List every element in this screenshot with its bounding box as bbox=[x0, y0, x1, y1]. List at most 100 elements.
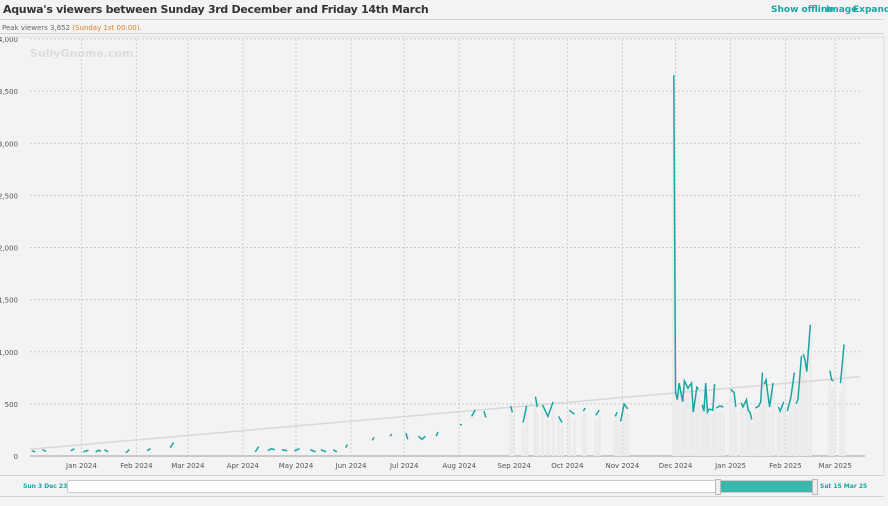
x-tick-label: Oct 2024 bbox=[551, 462, 584, 470]
background-bar bbox=[560, 425, 564, 456]
y-tick-label: 0 bbox=[14, 453, 18, 461]
viewer-series-segment bbox=[125, 449, 130, 454]
background-bar bbox=[707, 413, 711, 456]
background-bar bbox=[796, 405, 800, 456]
background-bar bbox=[546, 420, 550, 456]
background-bar bbox=[557, 420, 561, 456]
background-bar bbox=[572, 418, 576, 456]
viewer-series-segment bbox=[31, 450, 36, 453]
background-bar bbox=[805, 380, 809, 456]
background-bar bbox=[535, 411, 539, 456]
viewers-chart: 05001,0001,5002,0002,5003,0003,5004,000J… bbox=[0, 36, 885, 475]
y-tick-label: 3,500 bbox=[0, 88, 18, 96]
x-tick-label: Apr 2024 bbox=[227, 462, 260, 470]
background-bar bbox=[619, 425, 623, 456]
x-tick-label: May 2024 bbox=[279, 462, 314, 470]
viewer-series-segment bbox=[614, 411, 618, 417]
range-start-label: Sun 3 Dec 23 bbox=[23, 483, 68, 490]
viewer-series-segment bbox=[582, 407, 586, 412]
x-tick-label: Mar 2024 bbox=[171, 462, 205, 470]
viewer-series-segment bbox=[293, 448, 300, 452]
viewer-series-segment bbox=[371, 436, 375, 441]
y-tick-label: 1,000 bbox=[0, 349, 18, 357]
background-bar bbox=[525, 410, 529, 456]
range-track[interactable] bbox=[67, 479, 818, 495]
background-bar bbox=[778, 415, 782, 456]
background-bar bbox=[753, 412, 757, 456]
viewer-series-segment bbox=[42, 449, 47, 452]
background-bar bbox=[721, 411, 725, 456]
viewer-series-segment bbox=[568, 409, 575, 415]
background-bar bbox=[594, 419, 598, 456]
background-bar bbox=[510, 416, 514, 456]
y-tick-label: 2,000 bbox=[0, 245, 18, 253]
background-bar bbox=[741, 411, 745, 456]
x-tick-label: Feb 2024 bbox=[120, 462, 153, 470]
range-end-label: Sat 15 Mar 25 bbox=[820, 483, 868, 490]
viewer-series-segment bbox=[254, 446, 260, 453]
x-tick-label: Sep 2024 bbox=[498, 462, 532, 470]
background-bar bbox=[831, 388, 835, 456]
background-bar bbox=[842, 355, 846, 456]
background-bar bbox=[521, 425, 525, 456]
viewer-series-segment bbox=[345, 444, 349, 449]
background-bar bbox=[785, 415, 789, 456]
background-bar bbox=[768, 411, 772, 456]
viewer-series-segment bbox=[309, 449, 316, 453]
x-tick-label: Jul 2024 bbox=[389, 462, 419, 470]
background-bar bbox=[729, 395, 733, 456]
x-tick-label: Jan 2025 bbox=[714, 462, 746, 470]
y-tick-label: 3,000 bbox=[0, 140, 18, 148]
background-bar bbox=[567, 414, 571, 456]
viewer-point bbox=[459, 423, 462, 426]
range-handle-left[interactable] bbox=[714, 479, 721, 495]
x-tick-label: Feb 2025 bbox=[769, 462, 801, 470]
background-bar bbox=[789, 403, 793, 456]
x-tick-label: Mar 2025 bbox=[819, 462, 852, 470]
x-tick-label: Nov 2024 bbox=[605, 462, 639, 470]
range-selection[interactable] bbox=[719, 481, 817, 492]
background-bar bbox=[677, 390, 681, 456]
background-bar bbox=[750, 423, 754, 456]
viewer-series-segment bbox=[483, 410, 487, 418]
background-bar bbox=[714, 412, 718, 456]
viewer-series-segment bbox=[389, 433, 393, 437]
background-bar bbox=[622, 409, 626, 456]
viewer-series-segment bbox=[82, 449, 89, 453]
y-tick-label: 1,500 bbox=[0, 297, 18, 305]
background-bar bbox=[691, 416, 695, 456]
x-tick-label: Dec 2024 bbox=[659, 462, 693, 470]
viewer-series-segment bbox=[673, 75, 700, 413]
viewer-series-segment bbox=[332, 449, 338, 453]
viewer-series-segment bbox=[146, 448, 151, 452]
viewer-series-segment bbox=[104, 449, 109, 453]
range-navigator: Sun 3 Dec 23 Sat 15 Mar 25 bbox=[0, 475, 884, 497]
viewer-series-segment bbox=[320, 449, 327, 453]
viewer-series-segment bbox=[595, 409, 600, 416]
background-bar bbox=[734, 411, 738, 456]
background-bar bbox=[541, 410, 545, 456]
background-bar bbox=[686, 395, 690, 456]
background-bar bbox=[771, 390, 775, 456]
background-bar bbox=[782, 407, 786, 456]
background-bar bbox=[551, 407, 555, 456]
background-bar bbox=[808, 337, 812, 456]
viewer-series-segment bbox=[435, 431, 439, 437]
range-handle-right[interactable] bbox=[812, 479, 818, 495]
viewer-series-segment bbox=[405, 432, 409, 440]
viewer-series-segment bbox=[715, 405, 724, 409]
background-bar bbox=[626, 413, 630, 456]
y-tick-label: 2,500 bbox=[0, 192, 18, 200]
background-bar bbox=[838, 390, 842, 456]
viewer-series-segment bbox=[281, 449, 288, 452]
y-tick-label: 500 bbox=[5, 401, 18, 409]
background-bar bbox=[718, 410, 722, 456]
x-tick-label: Jan 2024 bbox=[65, 462, 97, 470]
viewer-series-segment bbox=[701, 382, 716, 415]
viewer-series-segment bbox=[267, 447, 275, 452]
background-bar bbox=[597, 414, 601, 456]
viewer-series-segment bbox=[70, 448, 75, 452]
background-bar bbox=[764, 387, 768, 456]
x-tick-label: Aug 2024 bbox=[442, 462, 476, 470]
viewer-series-segment bbox=[417, 435, 426, 441]
